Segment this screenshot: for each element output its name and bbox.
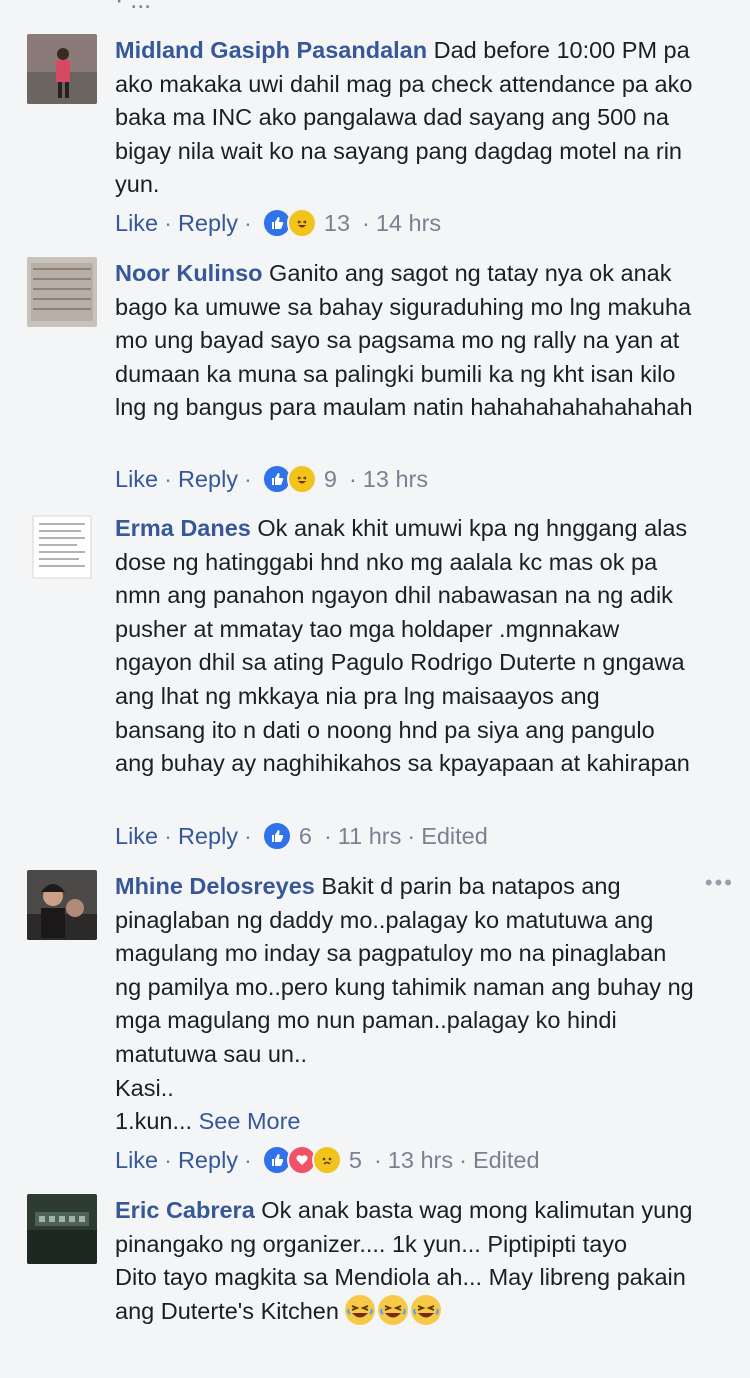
previous-comment-fragment: · ... — [115, 0, 152, 14]
comment-text: Bakit d parin ba natapos ang pinaglaban … — [115, 873, 694, 1135]
reactions-summary[interactable]: 6 — [261, 821, 312, 851]
reaction-count: 5 — [348, 1147, 362, 1173]
laughing-emoji-icon — [378, 1294, 409, 1325]
reactions-summary[interactable]: 9 — [261, 464, 337, 494]
comment-body: Noor Kulinso Ganito ang sagot ng tatay n… — [115, 257, 695, 425]
haha-reaction-icon — [286, 464, 317, 494]
reply-link[interactable]: Reply — [178, 464, 238, 494]
comment-actions: Like · Reply · 13 · 14 hrs — [115, 208, 442, 238]
reply-link[interactable]: Reply — [178, 208, 238, 238]
like-reaction-icon — [261, 821, 292, 851]
laughing-emoji-group — [345, 1294, 444, 1325]
reaction-count: 13 — [323, 210, 351, 236]
comment-timestamp[interactable]: 14 hrs — [376, 208, 441, 238]
reactions-summary[interactable]: 13 — [261, 208, 351, 238]
laughing-emoji-icon — [345, 1294, 376, 1325]
comment-actions: Like · Reply · 9 · 13 hrs — [115, 464, 429, 494]
reply-link[interactable]: Reply — [178, 821, 238, 851]
comment-author[interactable]: Erma Danes — [115, 515, 251, 541]
comment-author[interactable]: Noor Kulinso — [115, 260, 263, 286]
comment-body: Midland Gasiph Pasandalan Dad before 10:… — [115, 34, 695, 202]
avatar[interactable] — [27, 257, 97, 327]
edited-label[interactable]: Edited — [473, 1145, 540, 1175]
reaction-count: 9 — [323, 466, 337, 492]
comment-author[interactable]: Mhine Delosreyes — [115, 873, 315, 899]
reaction-count: 6 — [298, 823, 312, 849]
sad-reaction-icon — [311, 1145, 342, 1175]
reactions-summary[interactable]: 5 — [261, 1145, 362, 1175]
comment-text: Ok anak khit umuwi kpa ng hnggang alas d… — [115, 515, 694, 777]
comment-body: Mhine Delosreyes Bakit d parin ba natapo… — [115, 870, 695, 1139]
comment-actions: Like · Reply · 6 · 11 hrs · Edited — [115, 821, 488, 851]
like-link[interactable]: Like — [115, 1145, 158, 1175]
comment-timestamp[interactable]: 13 hrs — [388, 1145, 453, 1175]
like-link[interactable]: Like — [115, 208, 158, 238]
like-link[interactable]: Like — [115, 464, 158, 494]
reply-link[interactable]: Reply — [178, 1145, 238, 1175]
comment-author[interactable]: Eric Cabrera — [115, 1197, 255, 1223]
comment-timestamp[interactable]: 11 hrs — [338, 821, 402, 851]
haha-reaction-icon — [286, 208, 317, 238]
avatar[interactable] — [27, 870, 97, 940]
comment-body: Eric Cabrera Ok anak basta wag mong kali… — [115, 1194, 695, 1328]
comment-body: Erma Danes Ok anak khit umuwi kpa ng hng… — [115, 512, 695, 781]
avatar[interactable] — [27, 34, 97, 104]
laughing-emoji-icon — [411, 1294, 442, 1325]
comment-author[interactable]: Midland Gasiph Pasandalan — [115, 37, 427, 63]
see-more-link[interactable]: See More — [192, 1108, 301, 1134]
comment-timestamp[interactable]: 13 hrs — [363, 464, 428, 494]
comment-actions: Like · Reply · 5 · 13 hrs · Edited — [115, 1145, 540, 1175]
edited-label[interactable]: Edited — [421, 821, 488, 851]
like-link[interactable]: Like — [115, 821, 158, 851]
more-options-icon[interactable]: ••• — [705, 870, 734, 896]
avatar[interactable] — [27, 1194, 97, 1264]
avatar[interactable] — [27, 512, 97, 582]
